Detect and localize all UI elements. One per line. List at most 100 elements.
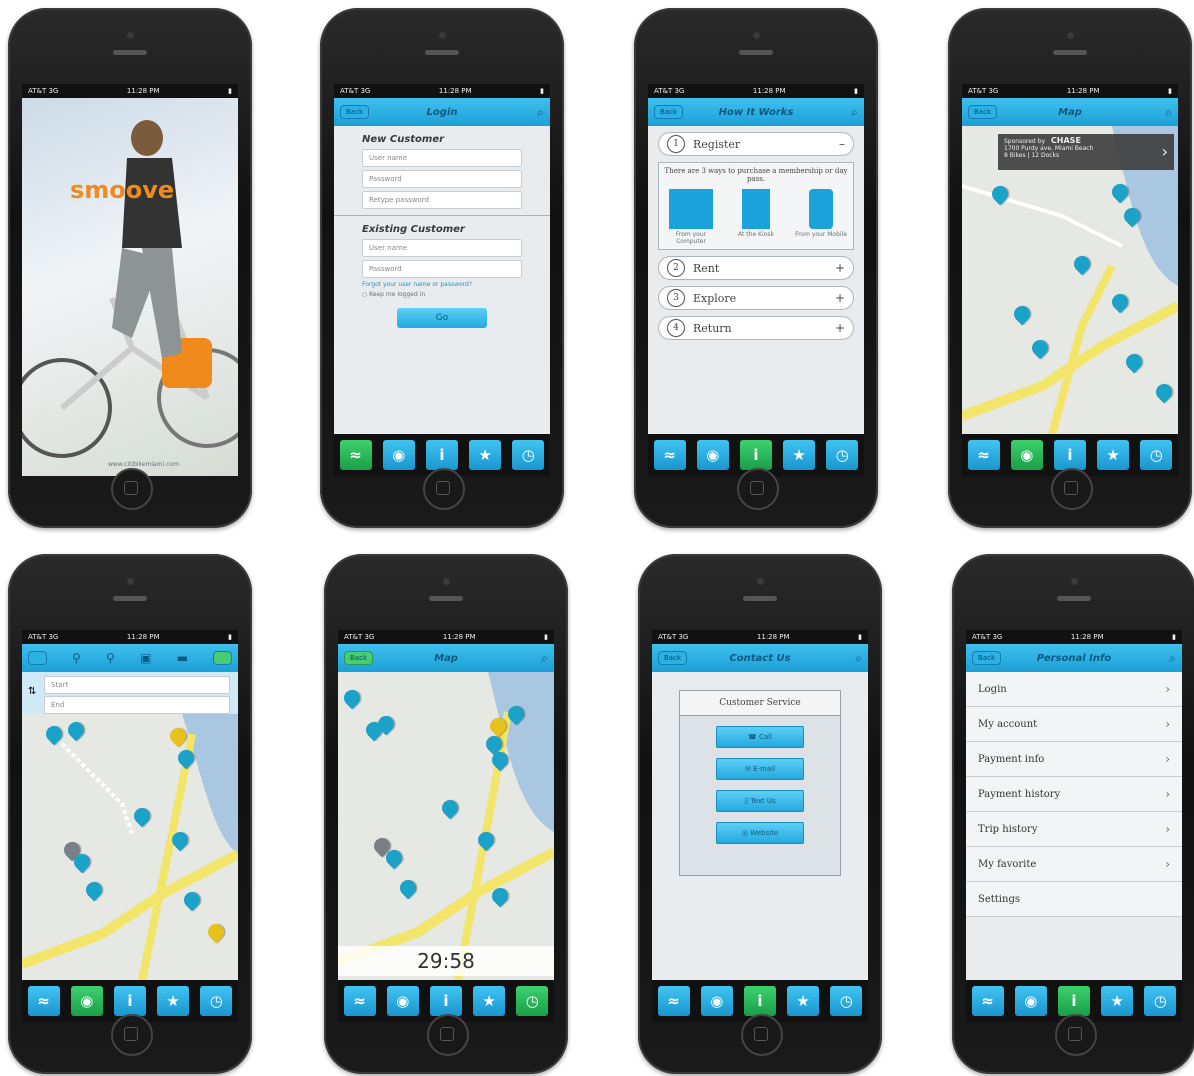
go-button[interactable]: Go	[397, 308, 487, 328]
bus-mode-icon[interactable]: ▣	[140, 651, 151, 665]
map-view[interactable]: Sponsored by CHASE 1700 Purdy ave, Miami…	[962, 126, 1178, 434]
tab-timer[interactable]: ◷	[200, 986, 233, 1016]
retype-password-field[interactable]: Retype password	[362, 191, 522, 209]
tab-info[interactable]: i	[1057, 986, 1090, 1016]
tab-map[interactable]: ◉	[70, 986, 103, 1016]
website-button[interactable]: ◎ Website	[716, 822, 804, 844]
search-icon[interactable]: ⌕	[851, 105, 858, 120]
tab-timer[interactable]: ◷	[1144, 986, 1177, 1016]
tab-timer[interactable]: ◷	[826, 440, 859, 470]
tab-info[interactable]: i	[429, 986, 462, 1016]
home-button[interactable]	[1051, 468, 1093, 510]
home-button[interactable]	[111, 1014, 153, 1056]
home-button[interactable]	[741, 1014, 783, 1056]
tab-map[interactable]: ◉	[386, 986, 419, 1016]
row-my-account[interactable]: My account ›	[966, 707, 1182, 742]
back-button[interactable]: Back	[972, 651, 1001, 665]
new-username-field[interactable]: User name	[362, 149, 522, 167]
walk-mode-icon[interactable]: ⚲	[72, 651, 81, 665]
tab-bike[interactable]: ≈	[653, 440, 686, 470]
home-button[interactable]	[111, 468, 153, 510]
tab-map[interactable]: ◉	[382, 440, 415, 470]
tab-bike[interactable]: ≈	[27, 986, 60, 1016]
tab-map[interactable]: ◉	[700, 986, 733, 1016]
tab-info[interactable]: i	[1053, 440, 1086, 470]
home-button[interactable]	[427, 1014, 469, 1056]
tab-bike[interactable]: ≈	[339, 440, 372, 470]
tab-map[interactable]: ◉	[1014, 986, 1047, 1016]
tab-favorites[interactable]: ★	[783, 440, 816, 470]
tab-info[interactable]: i	[113, 986, 146, 1016]
forgot-link[interactable]: Forgot your user name or password?	[362, 281, 522, 288]
tab-timer[interactable]: ◷	[512, 440, 545, 470]
end-field[interactable]: End	[44, 696, 230, 714]
map-view[interactable]: 29:58	[338, 672, 554, 980]
back-button[interactable]: Back	[344, 651, 373, 665]
back-button[interactable]	[28, 651, 47, 665]
way-mobile[interactable]: From your Mobile	[793, 187, 849, 245]
text-button[interactable]: ▯ Text Us	[716, 790, 804, 812]
car-mode-icon[interactable]: ▬	[177, 651, 188, 665]
step-explore[interactable]: 3 Explore +	[658, 286, 854, 310]
tab-favorites[interactable]: ★	[157, 986, 190, 1016]
back-button[interactable]: Back	[658, 651, 687, 665]
search-icon[interactable]: ⌕	[1169, 651, 1176, 666]
tab-timer[interactable]: ◷	[1140, 440, 1173, 470]
email-button[interactable]: ✉ E-mail	[716, 758, 804, 780]
row-payment-info[interactable]: Payment info ›	[966, 742, 1182, 777]
home-button[interactable]	[737, 468, 779, 510]
map-view[interactable]	[22, 714, 238, 980]
row-settings[interactable]: Settings	[966, 882, 1182, 917]
tab-bike[interactable]: ≈	[971, 986, 1004, 1016]
way-computer[interactable]: From your Computer	[663, 187, 719, 245]
keep-logged-in-checkbox[interactable]: ○ Keep me logged in	[362, 291, 522, 298]
nav-bar: Back Personal Info ⌕	[966, 644, 1182, 672]
tab-bike[interactable]: ≈	[343, 986, 376, 1016]
swap-icon[interactable]: ⇅	[28, 686, 36, 697]
step-rent[interactable]: 2 Rent +	[658, 256, 854, 280]
row-label: Trip history	[978, 823, 1038, 835]
chevron-right-icon[interactable]: ›	[1162, 142, 1168, 161]
tab-timer[interactable]: ◷	[830, 986, 863, 1016]
search-icon[interactable]: ⌕	[855, 651, 862, 666]
tab-info[interactable]: i	[743, 986, 776, 1016]
route-go-button[interactable]	[213, 651, 232, 665]
bike-mode-icon[interactable]: ⚲	[106, 651, 115, 665]
tab-favorites[interactable]: ★	[1101, 986, 1134, 1016]
tab-timer[interactable]: ◷	[516, 986, 549, 1016]
tab-map[interactable]: ◉	[696, 440, 729, 470]
search-icon[interactable]: ⌕	[541, 651, 548, 666]
row-my-favorite[interactable]: My favorite ›	[966, 847, 1182, 882]
call-button[interactable]: ☎ Call	[716, 726, 804, 748]
tab-favorites[interactable]: ★	[1097, 440, 1130, 470]
tab-favorites[interactable]: ★	[787, 986, 820, 1016]
way-kiosk[interactable]: At the Kiosk	[728, 187, 784, 245]
back-button[interactable]: Back	[968, 105, 997, 119]
tab-favorites[interactable]: ★	[473, 986, 506, 1016]
search-icon[interactable]: ⌕	[537, 105, 544, 120]
tab-favorites[interactable]: ★	[469, 440, 502, 470]
sponsor-callout[interactable]: Sponsored by CHASE 1700 Purdy ave, Miami…	[998, 134, 1174, 170]
tab-bike[interactable]: ≈	[967, 440, 1000, 470]
tab-info[interactable]: i	[739, 440, 772, 470]
tab-bike[interactable]: ≈	[657, 986, 690, 1016]
row-login[interactable]: Login ›	[966, 672, 1182, 707]
back-button[interactable]: Back	[340, 105, 369, 119]
back-button[interactable]: Back	[654, 105, 683, 119]
step-register[interactable]: 1 Register –	[658, 132, 854, 156]
search-icon[interactable]: ⌕	[1165, 105, 1172, 120]
tab-map[interactable]: ◉	[1010, 440, 1043, 470]
phone-route: AT&T 3G 11:28 PM ▮ ⚲ ⚲ ▣ ▬ ⇅ Start End ≈…	[8, 554, 252, 1074]
step-return[interactable]: 4 Return +	[658, 316, 854, 340]
home-button[interactable]	[1055, 1014, 1097, 1056]
password-field[interactable]: Password	[362, 260, 522, 278]
row-payment-history[interactable]: Payment history ›	[966, 777, 1182, 812]
row-trip-history[interactable]: Trip history ›	[966, 812, 1182, 847]
username-field[interactable]: User name	[362, 239, 522, 257]
tab-info[interactable]: i	[425, 440, 458, 470]
email-label: E-mail	[753, 765, 776, 773]
start-field[interactable]: Start	[44, 676, 230, 694]
new-password-field[interactable]: Password	[362, 170, 522, 188]
home-button[interactable]	[423, 468, 465, 510]
carrier-label: AT&T 3G	[968, 87, 999, 95]
